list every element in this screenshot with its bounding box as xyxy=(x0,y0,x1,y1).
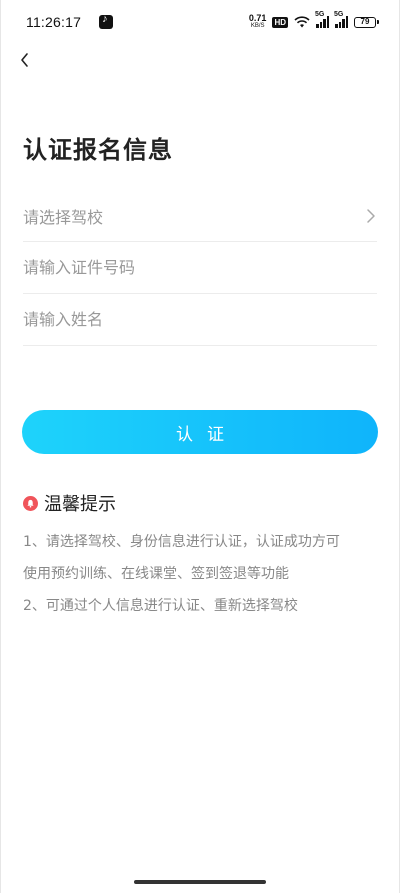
chevron-left-icon xyxy=(21,53,28,67)
battery-icon: 79 xyxy=(354,16,379,28)
screen: 11:26:17 0.71 KB/S HD 5G 5G 79 xyxy=(0,0,400,893)
bell-icon xyxy=(23,495,38,511)
page-title: 认证报名信息 xyxy=(23,136,173,164)
wifi-icon xyxy=(294,16,310,28)
net-speed-unit: KB/S xyxy=(250,23,265,29)
tips-header: 温馨提示 xyxy=(23,490,116,516)
signal-icon-sim1: 5G xyxy=(315,11,329,28)
battery-level: 79 xyxy=(360,16,370,26)
school-select[interactable]: 请选择驾校 xyxy=(23,190,377,242)
back-button[interactable] xyxy=(14,48,34,72)
school-select-placeholder: 请选择驾校 xyxy=(23,207,104,227)
sim2-label: 5G xyxy=(334,11,344,18)
tiktok-icon xyxy=(99,13,114,29)
name-row xyxy=(23,294,377,346)
hd-badge: HD xyxy=(272,16,288,28)
id-number-input[interactable] xyxy=(23,258,377,277)
tips-body: 1、请选择驾校、身份信息进行认证，认证成功方可 使用预约训练、在线课堂、签到签退… xyxy=(23,526,379,622)
status-icons: 0.71 KB/S HD 5G 5G 79 xyxy=(249,11,379,30)
status-time: 11:26:17 xyxy=(26,14,82,30)
sim1-label: 5G xyxy=(315,11,325,18)
tips-line: 使用预约训练、在线课堂、签到签退等功能 xyxy=(23,566,289,582)
auth-form: 请选择驾校 xyxy=(23,190,377,346)
net-speed: 0.71 KB/S xyxy=(249,14,267,30)
tips-line: 1、请选择驾校、身份信息进行认证，认证成功方可 xyxy=(23,534,340,550)
tips-line: 2、可通过个人信息进行认证、重新选择驾校 xyxy=(23,598,298,614)
id-number-row xyxy=(23,242,377,294)
name-input[interactable] xyxy=(23,310,377,329)
tips-title: 温馨提示 xyxy=(44,494,116,515)
submit-button[interactable]: 认证 xyxy=(22,410,378,454)
left-edge xyxy=(0,0,1,893)
signal-icon-sim2: 5G xyxy=(334,11,348,28)
net-speed-value: 0.71 xyxy=(248,13,267,23)
chevron-right-icon xyxy=(367,208,375,223)
home-indicator[interactable] xyxy=(134,880,266,884)
status-bar: 11:26:17 0.71 KB/S HD 5G 5G 79 xyxy=(0,0,400,44)
